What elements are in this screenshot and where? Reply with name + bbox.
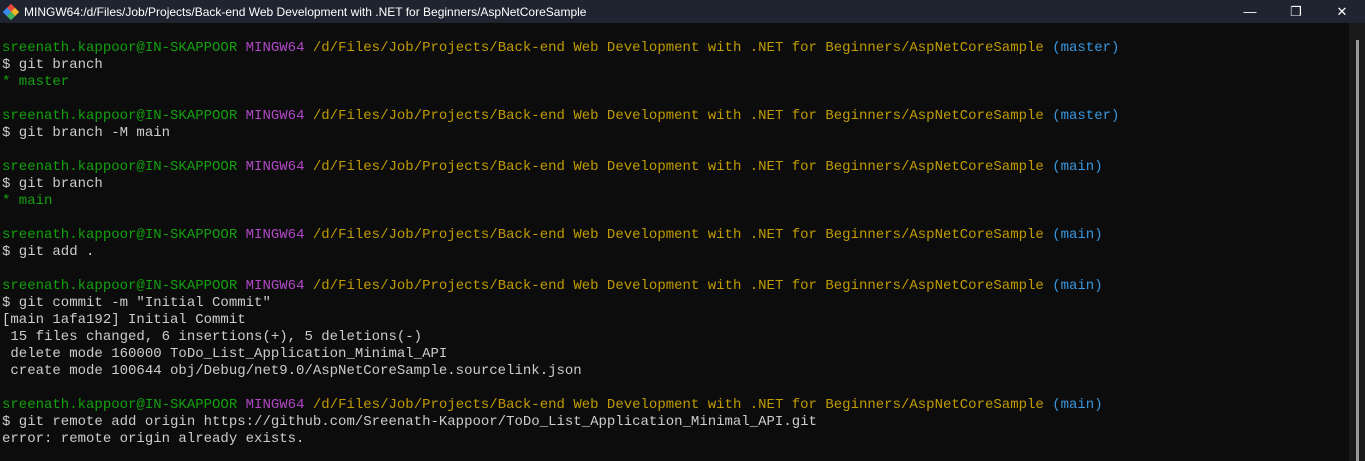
prompt-branch: (master) xyxy=(1052,108,1120,124)
output-line: * master xyxy=(2,74,70,90)
prompt-user: sreenath.kappoor@IN-SKAPPOOR xyxy=(2,159,238,175)
prompt-env: MINGW64 xyxy=(245,278,305,294)
prompt-env: MINGW64 xyxy=(245,159,305,175)
prompt-user: sreenath.kappoor@IN-SKAPPOOR xyxy=(2,108,238,124)
prompt-branch: (master) xyxy=(1052,40,1120,56)
prompt-path: /d/Files/Job/Projects/Back-end Web Devel… xyxy=(312,108,1044,124)
window-title: MINGW64:/d/Files/Job/Projects/Back-end W… xyxy=(24,4,587,19)
scrollbar[interactable] xyxy=(1349,23,1365,461)
prompt-branch: (main) xyxy=(1052,397,1103,413)
command-line: $ git branch xyxy=(2,176,103,192)
output-line: error: remote origin already exists. xyxy=(2,431,305,447)
prompt-env: MINGW64 xyxy=(245,397,305,413)
prompt-user: sreenath.kappoor@IN-SKAPPOOR xyxy=(2,227,238,243)
prompt-path: /d/Files/Job/Projects/Back-end Web Devel… xyxy=(312,40,1044,56)
prompt-env: MINGW64 xyxy=(245,40,305,56)
prompt-path: /d/Files/Job/Projects/Back-end Web Devel… xyxy=(312,159,1044,175)
output-line: 15 files changed, 6 insertions(+), 5 del… xyxy=(2,329,423,345)
git-bash-icon xyxy=(2,3,20,20)
command-line: $ git add . xyxy=(2,244,95,260)
prompt-branch: (main) xyxy=(1052,227,1103,243)
prompt-path: /d/Files/Job/Projects/Back-end Web Devel… xyxy=(312,397,1044,413)
prompt-path: /d/Files/Job/Projects/Back-end Web Devel… xyxy=(312,227,1044,243)
prompt-line: sreenath.kappoor@IN-SKAPPOOR MINGW64 /d/… xyxy=(2,40,1347,57)
maximize-button[interactable]: ❐ xyxy=(1273,0,1319,23)
prompt-path: /d/Files/Job/Projects/Back-end Web Devel… xyxy=(312,278,1044,294)
command-line: $ git branch -M main xyxy=(2,125,171,141)
scrollbar-thumb[interactable] xyxy=(1356,40,1359,461)
command-line: $ git commit -m "Initial Commit" xyxy=(2,295,271,311)
command-line: $ git remote add origin https://github.c… xyxy=(2,414,817,430)
prompt-line: sreenath.kappoor@IN-SKAPPOOR MINGW64 /d/… xyxy=(2,397,1347,414)
terminal-output[interactable]: sreenath.kappoor@IN-SKAPPOOR MINGW64 /d/… xyxy=(2,23,1347,461)
prompt-user: sreenath.kappoor@IN-SKAPPOOR xyxy=(2,278,238,294)
output-line: [main 1afa192] Initial Commit xyxy=(2,312,246,328)
output-line: create mode 100644 obj/Debug/net9.0/AspN… xyxy=(2,363,582,379)
output-line: * main xyxy=(2,193,53,209)
prompt-line: sreenath.kappoor@IN-SKAPPOOR MINGW64 /d/… xyxy=(2,108,1347,125)
prompt-line: sreenath.kappoor@IN-SKAPPOOR MINGW64 /d/… xyxy=(2,227,1347,244)
prompt-user: sreenath.kappoor@IN-SKAPPOOR xyxy=(2,40,238,56)
prompt-env: MINGW64 xyxy=(245,108,305,124)
prompt-branch: (main) xyxy=(1052,278,1103,294)
title-bar: MINGW64:/d/Files/Job/Projects/Back-end W… xyxy=(0,0,1365,23)
prompt-user: sreenath.kappoor@IN-SKAPPOOR xyxy=(2,397,238,413)
prompt-env: MINGW64 xyxy=(245,227,305,243)
prompt-line: sreenath.kappoor@IN-SKAPPOOR MINGW64 /d/… xyxy=(2,278,1347,295)
close-button[interactable]: ✕ xyxy=(1319,0,1365,23)
minimize-button[interactable]: — xyxy=(1227,0,1273,23)
command-line: $ git branch xyxy=(2,57,103,73)
output-line: delete mode 160000 ToDo_List_Application… xyxy=(2,346,448,362)
prompt-line: sreenath.kappoor@IN-SKAPPOOR MINGW64 /d/… xyxy=(2,159,1347,176)
prompt-branch: (main) xyxy=(1052,159,1103,175)
